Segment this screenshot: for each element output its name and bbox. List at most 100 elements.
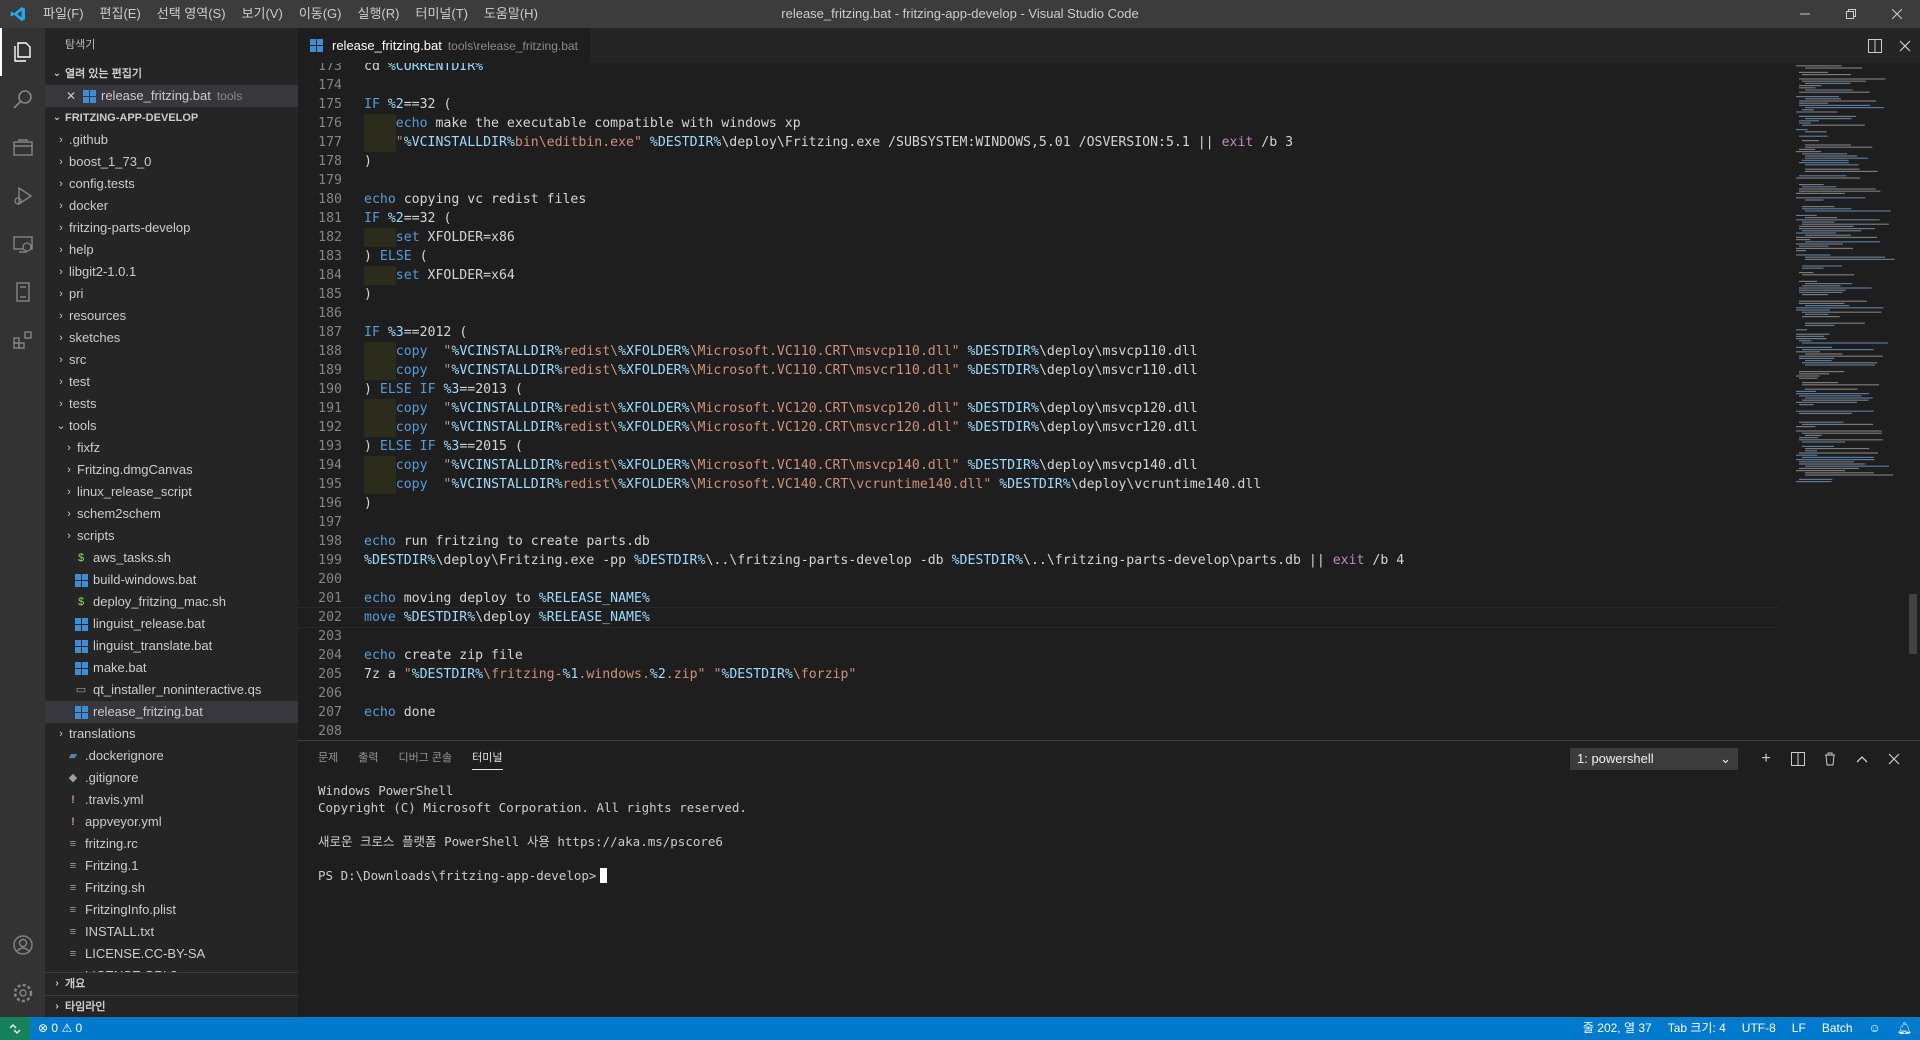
tree-file[interactable]: $ aws_tasks.sh [45, 547, 298, 569]
language-mode[interactable]: Batch [1814, 1017, 1861, 1040]
tree-folder[interactable]: › scripts [45, 525, 298, 547]
editor-scroll-thumb[interactable] [1909, 594, 1917, 654]
run-debug-icon[interactable] [0, 172, 45, 220]
tree-file[interactable]: ! appveyor.yml [45, 811, 298, 833]
menu-item[interactable]: 이동(G) [291, 0, 350, 28]
tree-file[interactable]: ▭ qt_installer_noninteractive.qs [45, 679, 298, 701]
feedback-icon[interactable]: ☺ [1861, 1017, 1889, 1040]
notebook-icon[interactable] [0, 268, 45, 316]
terminal-select[interactable]: 1: powershell ⌄ [1570, 747, 1738, 770]
tree-folder[interactable]: › resources [45, 305, 298, 327]
menu-item[interactable]: 파일(F) [35, 0, 92, 28]
tree-folder[interactable]: › fixfz [45, 437, 298, 459]
tree-file[interactable]: ▰ .dockerignore [45, 745, 298, 767]
minimap-line [1805, 448, 1870, 450]
terminal-output[interactable]: Windows PowerShell Copyright (C) Microsof… [298, 776, 1920, 890]
trash-icon[interactable] [1814, 741, 1846, 776]
eol[interactable]: LF [1784, 1017, 1814, 1040]
timeline-header[interactable]: › 타임라인 [45, 995, 298, 1017]
search-icon[interactable] [0, 76, 45, 124]
new-terminal-icon[interactable]: + [1750, 741, 1782, 776]
tree-folder[interactable]: › boost_1_73_0 [45, 151, 298, 173]
line-text [342, 76, 364, 95]
bell-icon[interactable]: 🔔︎ [1889, 1017, 1920, 1040]
split-editor-icon[interactable] [1860, 28, 1890, 63]
minimap-line [1799, 135, 1828, 137]
explorer-icon[interactable] [0, 28, 45, 76]
line-number: 188 [318, 344, 342, 359]
project-header[interactable]: ⌄ FRITZING-APP-DEVELOP [45, 107, 298, 129]
tree-file[interactable]: make.bat [45, 657, 298, 679]
line-text: echo copying vc redist files [364, 192, 587, 207]
restore-button[interactable] [1828, 0, 1874, 28]
close-panel-icon[interactable] [1878, 741, 1910, 776]
tree-folder[interactable]: › linux_release_script [45, 481, 298, 503]
remote-indicator-icon[interactable] [0, 1017, 30, 1040]
tree-file[interactable]: release_fritzing.bat [45, 701, 298, 723]
panel-tab[interactable]: 문제 [308, 741, 348, 776]
tree-item-label: release_fritzing.bat [93, 704, 203, 719]
menu-item[interactable]: 도움말(H) [476, 0, 546, 28]
tree-file[interactable]: ≡ Fritzing.sh [45, 877, 298, 899]
accounts-icon[interactable] [0, 921, 45, 969]
close-window-button[interactable] [1874, 0, 1920, 28]
terminal-text: Copyright (C) Microsoft Corporation. All… [318, 800, 747, 815]
tree-folder[interactable]: › help [45, 239, 298, 261]
split-terminal-icon[interactable] [1782, 741, 1814, 776]
code-view[interactable]: 173 cd %CURRENTDIR% 174 175 IF %2==32 (176 e… [298, 63, 1778, 740]
tree-file[interactable]: ≡ FritzingInfo.plist [45, 899, 298, 921]
tree-file[interactable]: ≡ INSTALL.txt [45, 921, 298, 943]
encoding[interactable]: UTF-8 [1734, 1017, 1784, 1040]
minimap-line [1805, 364, 1876, 366]
tree-folder[interactable]: › libgit2-1.0.1 [45, 261, 298, 283]
panel-tab[interactable]: 디버그 콘솔 [389, 741, 463, 776]
source-control-icon[interactable] [0, 124, 45, 172]
tree-file[interactable]: build-windows.bat [45, 569, 298, 591]
open-editors-header[interactable]: ⌄ 열려 있는 편집기 [45, 63, 298, 85]
menu-item[interactable]: 터미널(T) [407, 0, 475, 28]
tree-folder[interactable]: ⌄ tools [45, 415, 298, 437]
outline-header[interactable]: › 개요 [45, 973, 298, 995]
tree-folder[interactable]: › test [45, 371, 298, 393]
tree-file[interactable]: ≡ fritzing.rc [45, 833, 298, 855]
close-editor-icon[interactable] [1890, 28, 1920, 63]
tree-file[interactable]: ! .travis.yml [45, 789, 298, 811]
tab-release-fritzing[interactable]: release_fritzing.bat tools\release_fritz… [298, 28, 590, 63]
menu-item[interactable]: 선택 영역(S) [149, 0, 234, 28]
gear-icon[interactable] [0, 969, 45, 1017]
open-editor-item[interactable]: ✕ release_fritzing.bat tools [45, 85, 298, 107]
tree-folder[interactable]: › translations [45, 723, 298, 745]
tree-folder[interactable]: › tests [45, 393, 298, 415]
tree-file[interactable]: ◆ .gitignore [45, 767, 298, 789]
editor-scrollbar[interactable] [1906, 63, 1920, 740]
tree-folder[interactable]: › Fritzing.dmgCanvas [45, 459, 298, 481]
tree-folder[interactable]: › docker [45, 195, 298, 217]
tree-file[interactable]: linguist_translate.bat [45, 635, 298, 657]
panel-tab[interactable]: 터미널 [462, 741, 512, 776]
tab-size[interactable]: Tab 크기: 4 [1660, 1017, 1734, 1040]
close-icon[interactable]: ✕ [63, 85, 79, 107]
menu-item[interactable]: 실행(R) [350, 0, 408, 28]
tree-folder[interactable]: › pri [45, 283, 298, 305]
menu-item[interactable]: 보기(V) [234, 0, 291, 28]
tree-file[interactable]: $ deploy_fritzing_mac.sh [45, 591, 298, 613]
tree-file[interactable]: ≡ LICENSE.CC-BY-SA [45, 943, 298, 965]
extensions-icon[interactable] [0, 316, 45, 364]
panel-tab[interactable]: 출력 [348, 741, 388, 776]
minimap-line [1799, 102, 1828, 104]
tree-folder[interactable]: › config.tests [45, 173, 298, 195]
tree-folder[interactable]: › sketches [45, 327, 298, 349]
tree-folder[interactable]: › .github [45, 129, 298, 151]
maximize-panel-icon[interactable] [1846, 741, 1878, 776]
minimap[interactable] [1788, 63, 1908, 740]
cursor-position[interactable]: 줄 202, 열 37 [1575, 1017, 1660, 1040]
tree-folder[interactable]: › fritzing-parts-develop [45, 217, 298, 239]
tree-file[interactable]: linguist_release.bat [45, 613, 298, 635]
menu-item[interactable]: 편집(E) [92, 0, 149, 28]
tree-folder[interactable]: › src [45, 349, 298, 371]
tree-file[interactable]: ≡ Fritzing.1 [45, 855, 298, 877]
remote-explorer-icon[interactable] [0, 220, 45, 268]
tree-folder[interactable]: › schem2schem [45, 503, 298, 525]
problems-status[interactable]: ⊗ 0 ⚠ 0 [30, 1017, 90, 1040]
minimize-button[interactable] [1782, 0, 1828, 28]
